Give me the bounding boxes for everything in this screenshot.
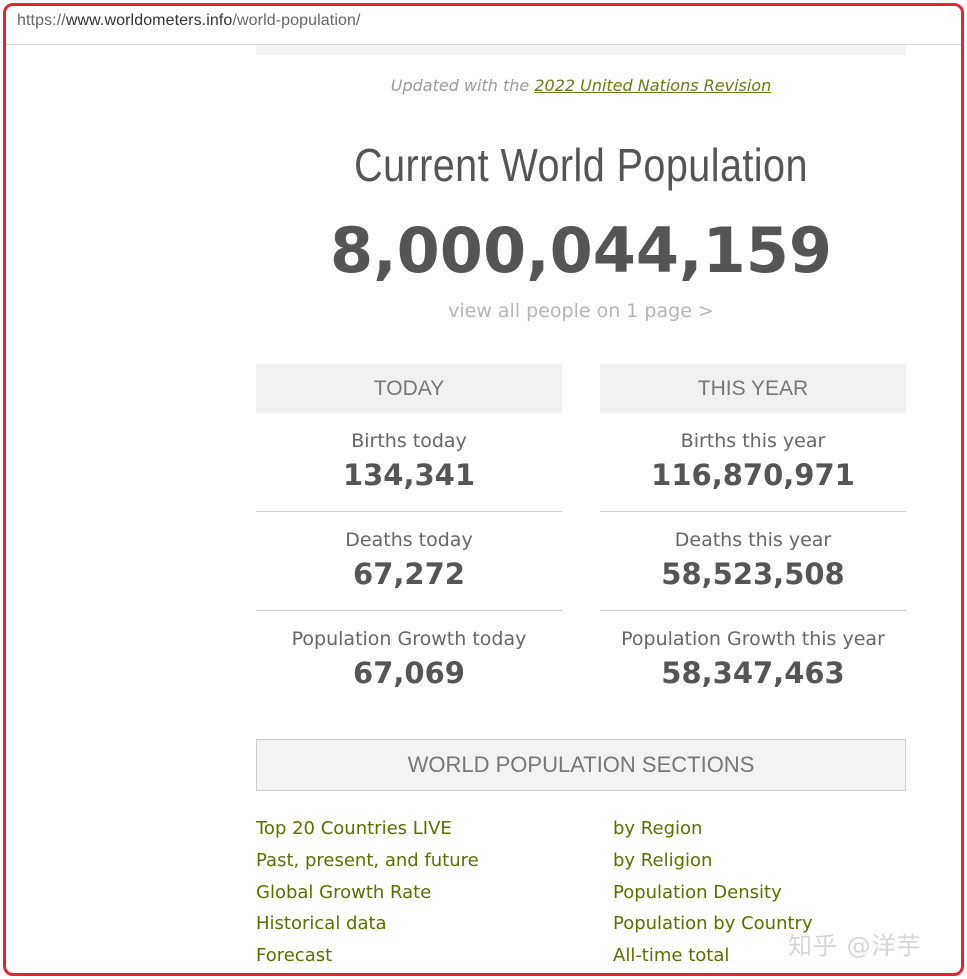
view-all-link[interactable]: view all people on 1 page > <box>256 300 906 322</box>
url-prefix: https:// <box>17 12 66 29</box>
sections-heading: WORLD POPULATION SECTIONS <box>256 739 906 791</box>
growth-year-cell: Population Growth this year 58,347,463 <box>600 611 906 710</box>
population-counter: 8,000,044,159 <box>329 214 833 287</box>
un-revision-link[interactable]: 2022 United Nations Revision <box>534 76 771 95</box>
deaths-year-cell: Deaths this year 58,523,508 <box>600 512 906 611</box>
births-year-cell: Births this year 116,870,971 <box>600 413 906 512</box>
births-today-cell: Births today 134,341 <box>256 413 562 512</box>
url-text[interactable]: https://www.worldometers.info/world-popu… <box>17 12 361 30</box>
stat-value: 58,347,463 <box>661 656 845 690</box>
stat-label: Population Growth today <box>291 628 527 650</box>
deaths-today-cell: Deaths today 67,272 <box>256 512 562 611</box>
section-link-historical[interactable]: Historical data <box>256 913 479 945</box>
section-link-past-present-future[interactable]: Past, present, and future <box>256 850 479 882</box>
this-year-column: THIS YEAR Births this year 116,870,971 D… <box>600 364 906 710</box>
section-link-density[interactable]: Population Density <box>613 882 813 914</box>
today-heading: TODAY <box>256 364 562 413</box>
today-column: TODAY Births today 134,341 Deaths today … <box>256 364 562 710</box>
stat-value: 58,523,508 <box>661 557 845 591</box>
zhihu-watermark: 知乎 @洋芋 <box>788 932 922 960</box>
updated-prefix: Updated with the <box>390 76 535 95</box>
stat-value: 134,341 <box>342 458 476 492</box>
address-bar[interactable]: https://www.worldometers.info/world-popu… <box>6 6 961 45</box>
sections-links-right: by Region by Religion Population Density… <box>613 818 813 973</box>
this-year-heading: THIS YEAR <box>600 364 906 413</box>
stat-label: Population Growth this year <box>621 628 885 650</box>
url-path: /world-population/ <box>232 12 361 29</box>
growth-today-cell: Population Growth today 67,069 <box>256 611 562 710</box>
stat-label: Deaths today <box>345 529 473 551</box>
screenshot-frame: https://www.worldometers.info/world-popu… <box>3 3 964 976</box>
section-link-by-region[interactable]: by Region <box>613 818 813 850</box>
page-top-strip <box>256 45 906 55</box>
stat-label: Deaths this year <box>674 529 832 551</box>
section-link-growth-rate[interactable]: Global Growth Rate <box>256 882 479 914</box>
section-link-forecast[interactable]: Forecast <box>256 945 479 973</box>
url-host: www.worldometers.info <box>65 12 233 29</box>
page-title: Current World Population <box>354 139 808 191</box>
stat-label: Births today <box>351 430 467 452</box>
stat-value: 67,272 <box>353 557 465 591</box>
stat-label: Births this year <box>680 430 826 452</box>
updated-note: Updated with the 2022 United Nations Rev… <box>256 76 906 95</box>
section-link-by-religion[interactable]: by Religion <box>613 850 813 882</box>
section-link-top20[interactable]: Top 20 Countries LIVE <box>256 818 479 850</box>
stat-value: 67,069 <box>353 656 465 690</box>
sections-links-left: Top 20 Countries LIVE Past, present, and… <box>256 818 479 973</box>
section-link-all-time-total[interactable]: All-time total <box>613 945 813 973</box>
section-link-by-country[interactable]: Population by Country <box>613 913 813 945</box>
stat-value: 116,870,971 <box>651 458 855 492</box>
